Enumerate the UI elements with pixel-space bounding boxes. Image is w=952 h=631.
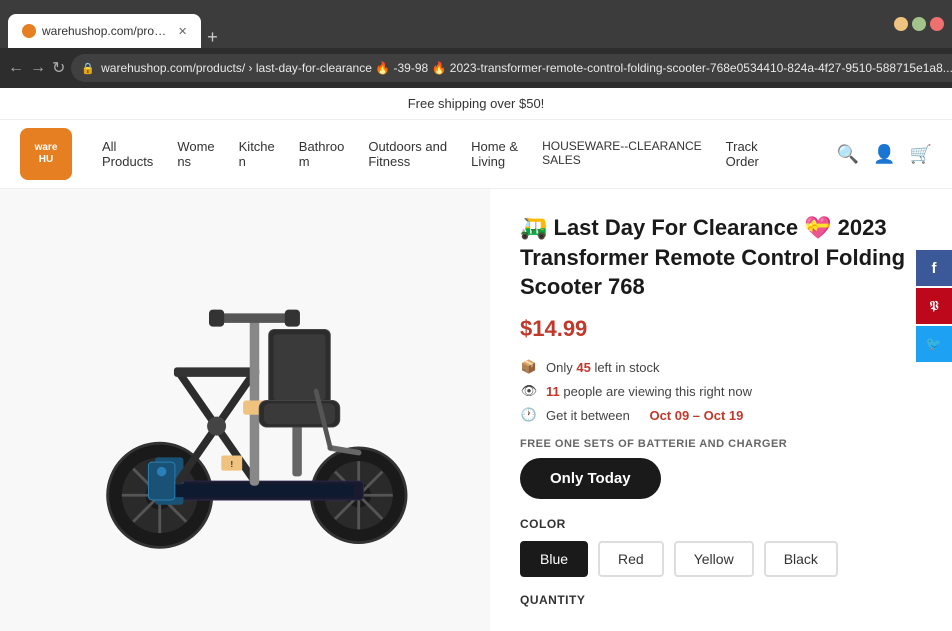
twitter-share-button[interactable]: 🐦 — [916, 326, 952, 362]
box-icon: 📦 — [520, 358, 538, 376]
nav-womens[interactable]: Womens — [167, 133, 224, 175]
product-image-area: ! — [0, 189, 490, 631]
delivery-row: 🕐 Get it between Oct 09 – Oct 19 — [520, 406, 922, 424]
lock-icon: 🔒 — [81, 62, 95, 75]
nav-kitchen[interactable]: Kitchen — [229, 133, 285, 175]
cart-icon[interactable]: 🛒 — [910, 144, 932, 165]
nav-all-products[interactable]: AllProducts — [92, 133, 163, 175]
nav-houseware[interactable]: HOUSEWARE--CLEARANCESALES — [532, 133, 712, 175]
logo-text: wareHU — [35, 142, 58, 166]
color-label: COLOR — [520, 517, 922, 531]
product-meta: 📦 Only 45 left in stock 👁 11 people are … — [520, 358, 922, 424]
navigation-menu: AllProducts Womens Kitchen Bathroom Outd… — [92, 133, 817, 175]
close-button[interactable] — [930, 17, 944, 31]
url-text: warehushop.com/products/ › last-day-for-… — [101, 61, 952, 75]
main-content: ! 🛺 Last Day For Clearance 💝 2023 Transf… — [0, 189, 952, 631]
nav-outdoors[interactable]: Outdoors andFitness — [358, 133, 457, 175]
site-header: wareHU AllProducts Womens Kitchen Bathro… — [0, 120, 952, 189]
new-tab-button[interactable]: + — [201, 27, 224, 48]
window-controls — [894, 17, 944, 31]
browser-tabs: warehushop.com/products/... ✕ + — [8, 0, 224, 48]
site-wrapper: Free shipping over $50! wareHU AllProduc… — [0, 88, 952, 631]
facebook-icon: f — [932, 260, 937, 277]
account-icon[interactable]: 👤 — [873, 144, 895, 165]
nav-home[interactable]: Home &Living — [461, 133, 528, 175]
stock-row: 📦 Only 45 left in stock — [520, 358, 922, 376]
product-details: 🛺 Last Day For Clearance 💝 2023 Transfor… — [490, 189, 952, 631]
color-yellow-button[interactable]: Yellow — [674, 541, 754, 577]
free-offer-label: FREE ONE SETS OF BATTERIE AND CHARGER — [520, 438, 922, 450]
stock-count: 45 — [576, 360, 590, 375]
refresh-button[interactable]: ↻ — [52, 54, 65, 82]
browser-chrome: warehushop.com/products/... ✕ + — [0, 0, 952, 48]
header-icons: 🔍 👤 🛒 — [837, 144, 932, 165]
product-price: $14.99 — [520, 316, 922, 342]
active-tab[interactable]: warehushop.com/products/... ✕ — [8, 14, 201, 48]
search-icon[interactable]: 🔍 — [837, 144, 859, 165]
free-shipping-bar: Free shipping over $50! — [0, 88, 952, 120]
tab-close-btn[interactable]: ✕ — [178, 25, 187, 38]
delivery-text: Get it between — [546, 408, 630, 423]
maximize-button[interactable] — [912, 17, 926, 31]
viewers-count: 11 — [546, 384, 560, 399]
pinterest-icon: 𝕻 — [929, 298, 938, 314]
back-button[interactable]: ← — [8, 54, 24, 82]
logo[interactable]: wareHU — [20, 128, 72, 180]
color-options: Blue Red Yellow Black — [520, 541, 922, 577]
pinterest-share-button[interactable]: 𝕻 — [916, 288, 952, 324]
clock-icon: 🕐 — [520, 406, 538, 424]
quantity-label: Quantity — [520, 593, 922, 607]
delivery-dates: Oct 09 – Oct 19 — [649, 408, 743, 423]
viewers-text: 11 people are viewing this right now — [546, 384, 752, 399]
viewers-row: 👁 11 people are viewing this right now — [520, 382, 922, 400]
color-blue-button[interactable]: Blue — [520, 541, 588, 577]
product-title: 🛺 Last Day For Clearance 💝 2023 Transfor… — [520, 213, 922, 302]
tab-title: warehushop.com/products/... — [42, 24, 172, 38]
product-image: ! — [55, 250, 435, 570]
color-red-button[interactable]: Red — [598, 541, 664, 577]
nav-track[interactable]: TrackOrder — [716, 133, 769, 175]
facebook-share-button[interactable]: f — [916, 250, 952, 286]
nav-bathroom[interactable]: Bathroom — [289, 133, 355, 175]
free-shipping-text: Free shipping over $50! — [408, 96, 545, 111]
only-today-button[interactable]: Only Today — [520, 458, 661, 499]
address-bar[interactable]: 🔒 warehushop.com/products/ › last-day-fo… — [71, 54, 952, 82]
forward-button[interactable]: → — [30, 54, 46, 82]
scooter-illustration: ! — [65, 260, 425, 560]
browser-nav: ← → ↻ 🔒 warehushop.com/products/ › last-… — [0, 48, 952, 88]
tab-favicon — [22, 24, 36, 38]
color-black-button[interactable]: Black — [764, 541, 838, 577]
minimize-button[interactable] — [894, 17, 908, 31]
svg-text:!: ! — [230, 459, 233, 469]
eye-icon: 👁 — [520, 382, 538, 400]
stock-text: Only 45 left in stock — [546, 360, 659, 375]
twitter-icon: 🐦 — [926, 336, 942, 352]
social-sidebar: f 𝕻 🐦 — [916, 250, 952, 362]
